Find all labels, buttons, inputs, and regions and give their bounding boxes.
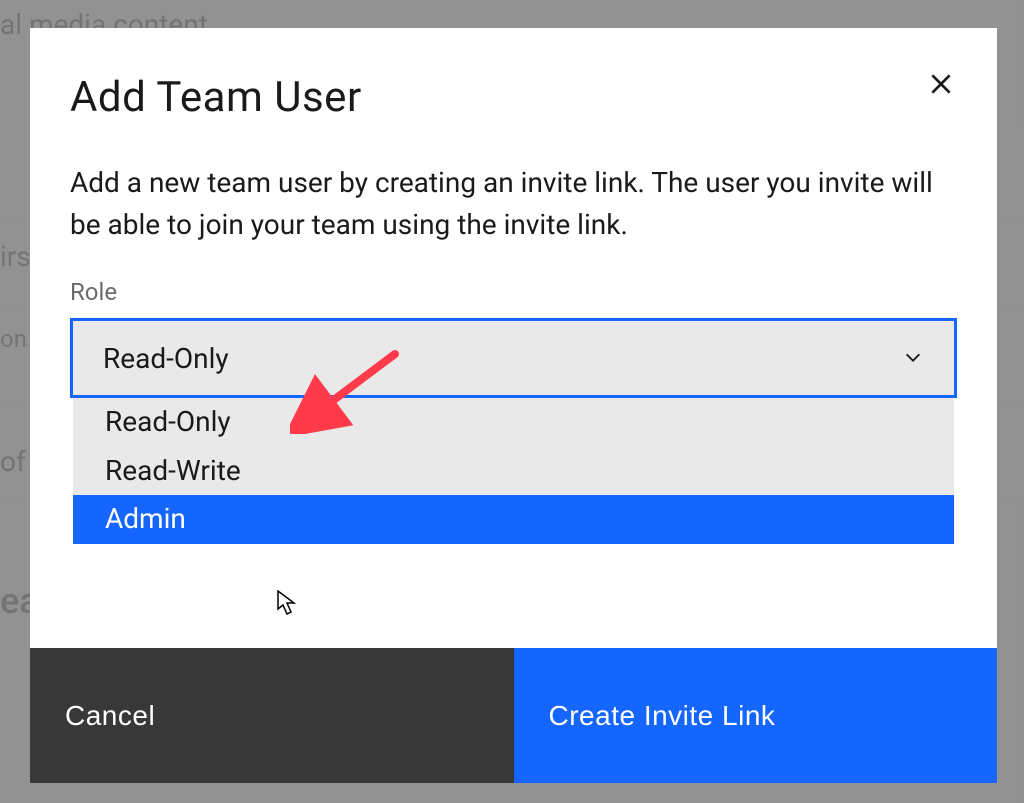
- role-label: Role: [70, 278, 957, 306]
- role-dropdown-list: Read-Only Read-Write Admin: [73, 398, 954, 544]
- modal-description: Add a new team user by creating an invit…: [70, 162, 950, 246]
- create-invite-link-button[interactable]: Create Invite Link: [514, 648, 998, 783]
- chevron-down-icon: [902, 342, 924, 375]
- cancel-button[interactable]: Cancel: [30, 648, 514, 783]
- add-team-user-modal: Add Team User Add a new team user by cre…: [30, 28, 997, 783]
- role-select-wrapper: Read-Only Read-Only Read-Write Admin: [70, 318, 957, 398]
- role-select[interactable]: Read-Only: [70, 318, 957, 398]
- close-button[interactable]: [925, 70, 957, 102]
- role-option-read-write[interactable]: Read-Write: [73, 447, 954, 496]
- role-option-read-only[interactable]: Read-Only: [73, 398, 954, 447]
- role-selected-value: Read-Only: [103, 342, 229, 375]
- close-icon: [928, 71, 954, 101]
- modal-footer: Cancel Create Invite Link: [30, 648, 997, 783]
- role-option-admin[interactable]: Admin: [73, 495, 954, 544]
- modal-title: Add Team User: [70, 73, 957, 122]
- modal-body: Add Team User Add a new team user by cre…: [30, 28, 997, 648]
